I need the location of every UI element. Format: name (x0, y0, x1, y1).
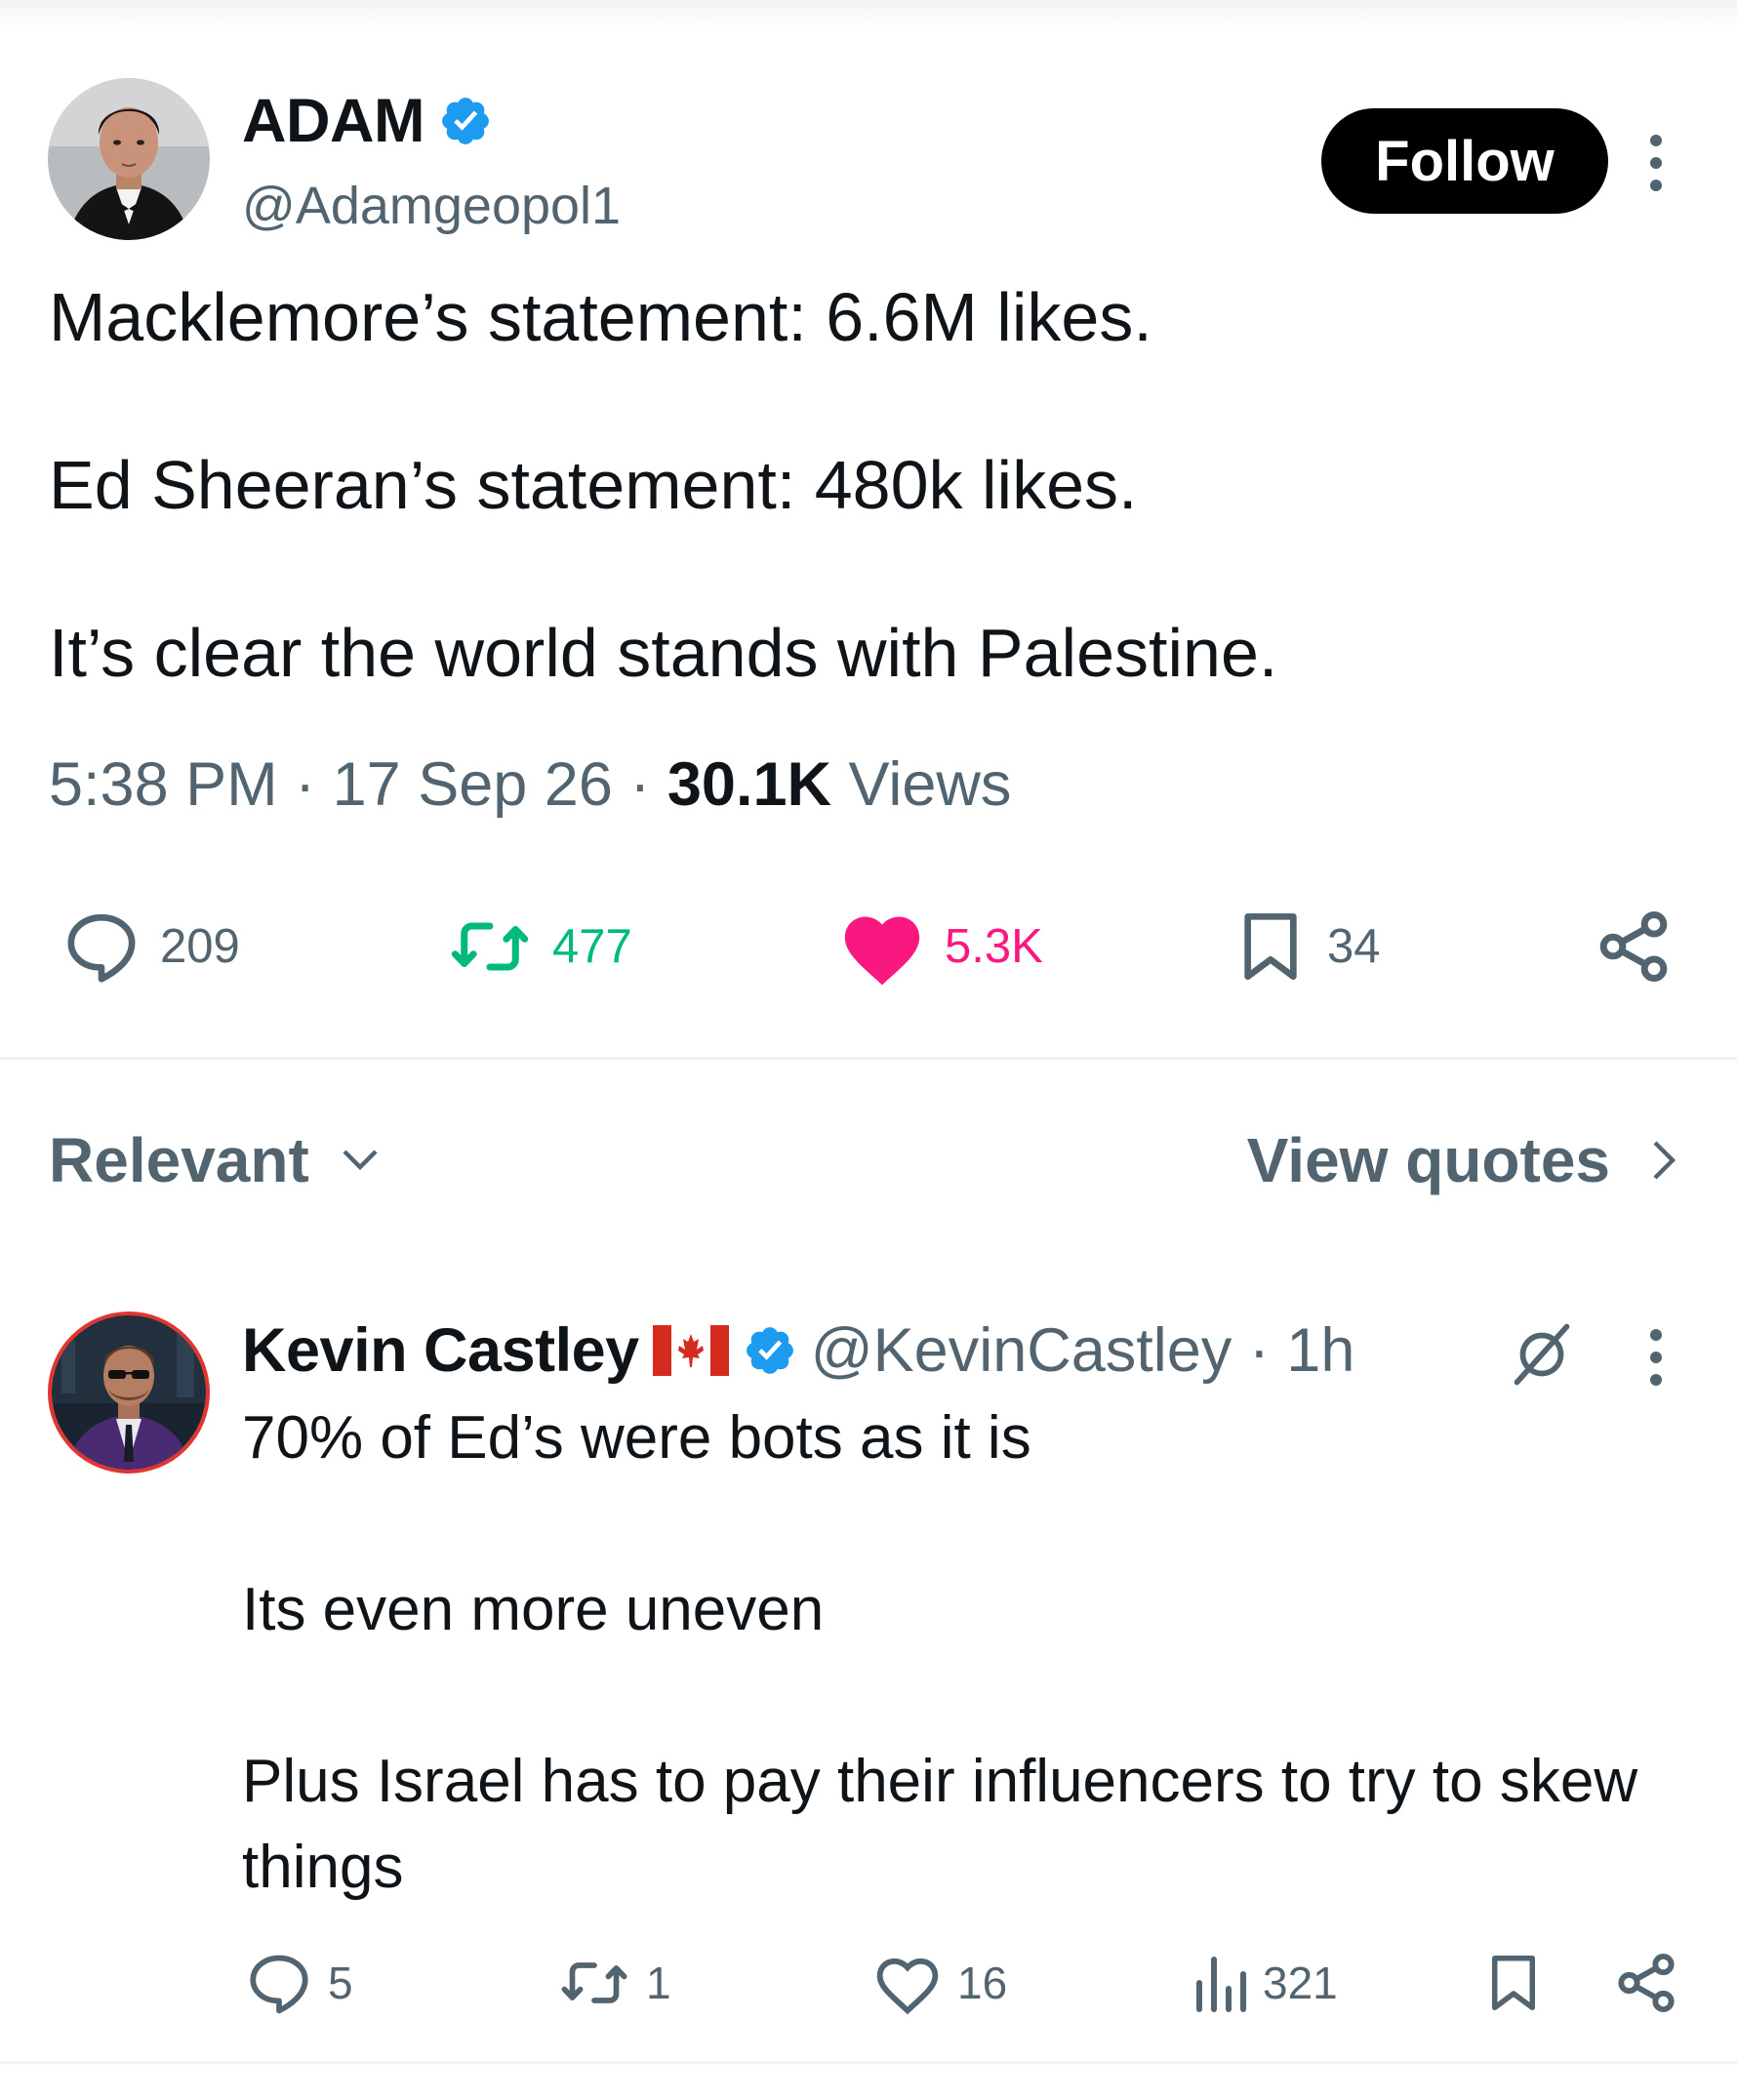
reply-icon (250, 1955, 308, 2014)
tweet-time[interactable]: 5:38 PM (49, 750, 278, 819)
reply-actions: 5 1 16 321 (0, 1942, 1737, 2024)
reply-paragraph: Plus Israel has to pay their influencers… (242, 1748, 1638, 1901)
top-shadow (0, 0, 1737, 33)
tweet-detail-page: ADAM @Adamgeopol1 Follow Macklemore’s st… (0, 0, 1737, 2100)
reply-paragraph: Its even more uneven (242, 1576, 825, 1643)
view-quotes-link[interactable]: View quotes (1247, 1124, 1676, 1196)
reply-author-name[interactable]: Kevin Castley (242, 1315, 639, 1386)
tweet-text: Macklemore’s statement: 6.6M likes. Ed S… (49, 275, 1649, 695)
bookmark-button[interactable]: 34 (1232, 898, 1381, 995)
reply-author-avatar[interactable] (48, 1312, 210, 1474)
follow-button[interactable]: Follow (1321, 108, 1608, 214)
reply-text: 70% of Ed’s were bots as it is Its even … (242, 1395, 1667, 1911)
bottom-divider (0, 2061, 1737, 2064)
tweet-actions: 209 477 5.3K 34 (0, 898, 1737, 995)
tweet-meta: 5:38 PM · 17 Sep 26 · 30.1K Views (49, 749, 1011, 820)
more-options-icon[interactable] (1644, 135, 1668, 191)
reply-count: 209 (160, 920, 240, 973)
reply-repost-button[interactable]: 1 (556, 1942, 671, 2024)
share-icon (1599, 910, 1668, 983)
reply-views-count: 321 (1263, 1958, 1338, 2008)
reply-like-count: 16 (957, 1958, 1008, 2008)
tweet-paragraph: Macklemore’s statement: 6.6M likes. (49, 279, 1152, 355)
reply-header: Kevin Castley @KevinCastley · 1h (242, 1315, 1354, 1386)
reply-share-button[interactable] (1612, 1942, 1680, 2024)
sort-dropdown[interactable]: Relevant (49, 1124, 380, 1196)
repost-count: 477 (552, 920, 632, 973)
reply-more-options-icon[interactable] (1644, 1329, 1668, 1386)
repost-icon (451, 922, 529, 971)
reply-repost-count: 1 (646, 1958, 671, 2008)
reply-reply-button[interactable]: 5 (244, 1942, 353, 2024)
view-quotes-label: View quotes (1246, 1125, 1610, 1195)
reply-paragraph: 70% of Ed’s were bots as it is (242, 1404, 1031, 1472)
reply-like-button[interactable]: 16 (871, 1942, 1007, 2024)
tweet-paragraph: It’s clear the world stands with Palesti… (49, 615, 1278, 691)
repost-icon (561, 1962, 627, 2003)
reply-handle-time[interactable]: @KevinCastley · 1h (811, 1315, 1355, 1386)
bookmark-count: 34 (1327, 920, 1381, 973)
heart-filled-icon (844, 916, 920, 986)
tweet-paragraph: Ed Sheeran’s statement: 480k likes. (49, 447, 1138, 523)
reply-icon (67, 913, 136, 983)
analytics-icon (1196, 1957, 1246, 2012)
author-handle[interactable]: @Adamgeopol1 (242, 176, 621, 236)
like-button[interactable]: 5.3K (837, 898, 1043, 995)
author-name-text[interactable]: ADAM (242, 86, 424, 156)
meta-separator: · (612, 750, 667, 819)
reply-views-button[interactable]: 321 (1191, 1942, 1338, 2024)
sort-label: Relevant (49, 1125, 309, 1195)
canada-flag-icon (652, 1325, 729, 1376)
verified-badge-icon (743, 1323, 797, 1378)
reply-bookmark-button[interactable] (1481, 1942, 1546, 2024)
like-count: 5.3K (945, 920, 1043, 973)
bookmark-icon (1244, 913, 1297, 980)
views-count[interactable]: 30.1K (667, 750, 831, 819)
heart-icon (876, 1958, 939, 2015)
section-divider (0, 1057, 1737, 1060)
share-icon (1618, 1953, 1675, 2013)
author-name[interactable]: ADAM (242, 86, 493, 156)
tweet-date[interactable]: 17 Sep 26 (333, 750, 613, 819)
verified-badge-icon (438, 94, 493, 148)
author-avatar[interactable] (48, 78, 210, 240)
share-button[interactable] (1593, 898, 1675, 995)
meta-separator: · (277, 750, 333, 819)
views-label[interactable]: Views (831, 750, 1012, 819)
reply-reply-count: 5 (328, 1958, 353, 2008)
repost-button[interactable]: 477 (445, 898, 632, 995)
bookmark-icon (1492, 1955, 1535, 2011)
reply-button[interactable]: 209 (61, 898, 240, 995)
chevron-right-icon (1653, 1141, 1676, 1180)
chevron-down-icon (343, 1150, 378, 1171)
grok-icon[interactable] (1507, 1319, 1577, 1390)
